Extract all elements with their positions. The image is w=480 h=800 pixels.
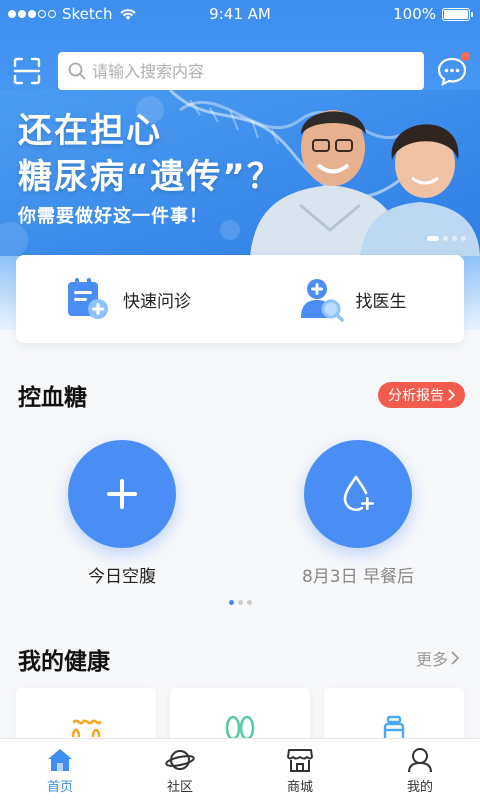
scan-icon[interactable] <box>12 56 42 86</box>
user-icon <box>408 748 432 773</box>
search-bar[interactable] <box>58 52 424 90</box>
plus-icon <box>107 479 137 509</box>
promo-banner[interactable]: 还在担心 糖尿病“遗传”？ 你需要做好这一件事！ <box>0 90 480 256</box>
tab-profile[interactable]: 我的 <box>360 739 480 800</box>
search-input[interactable] <box>92 61 424 81</box>
quick-actions-card: 快速问诊 找医生 <box>16 255 464 343</box>
add-post-breakfast-record-button[interactable] <box>304 440 412 548</box>
quick-consult-button[interactable]: 快速问诊 <box>16 255 240 343</box>
planet-icon <box>165 750 195 770</box>
drop-plus-icon <box>343 475 374 512</box>
status-bar: Sketch 9:41 AM 100% <box>0 0 480 28</box>
more-label: 更多 <box>416 650 449 669</box>
banner-pagination <box>427 236 466 241</box>
tab-store[interactable]: 商城 <box>240 739 360 800</box>
clipboard-plus-icon <box>68 278 108 319</box>
battery-icon <box>442 7 473 21</box>
tab-community-label: 社区 <box>166 780 193 795</box>
tab-home[interactable]: 首页 <box>0 739 120 800</box>
tab-profile-label: 我的 <box>406 780 433 795</box>
banner-line-2: 糖尿病“遗传”？ <box>18 157 283 197</box>
chevron-right-icon <box>451 651 460 665</box>
fasting-label: 今日空腹 <box>88 567 156 587</box>
banner-headline: 还在担心 糖尿病“遗传”？ <box>18 108 283 200</box>
add-fasting-record-button[interactable] <box>68 440 176 548</box>
chevron-right-icon <box>448 389 455 401</box>
bottom-tab-bar: 首页 社区 商城 我的 <box>0 738 480 800</box>
my-health-title: 我的健康 <box>18 649 110 675</box>
battery-percent: 100% <box>393 5 436 23</box>
post-breakfast-label: 8月3日 早餐后 <box>301 567 415 587</box>
home-icon <box>48 749 72 771</box>
more-link[interactable]: 更多 <box>416 646 460 670</box>
notification-badge <box>461 52 470 61</box>
analysis-report-label: 分析报告 <box>388 388 444 404</box>
store-icon <box>287 749 313 772</box>
tab-community[interactable]: 社区 <box>120 739 240 800</box>
tab-store-label: 商城 <box>286 780 313 795</box>
blood-sugar-title: 控血糖 <box>18 385 87 411</box>
blood-sugar-pagination <box>229 600 252 605</box>
analysis-report-button[interactable]: 分析报告 <box>378 382 465 408</box>
search-icon <box>68 62 86 80</box>
find-doctor-label: 找医生 <box>355 291 407 312</box>
banner-line-1: 还在担心 <box>18 111 162 151</box>
quick-consult-label: 快速问诊 <box>123 291 191 312</box>
banner-subtitle: 你需要做好这一件事！ <box>18 206 208 227</box>
tab-home-label: 首页 <box>46 780 73 795</box>
find-doctor-button[interactable]: 找医生 <box>240 255 464 343</box>
doctor-search-icon <box>300 279 344 322</box>
message-button[interactable] <box>436 52 470 86</box>
